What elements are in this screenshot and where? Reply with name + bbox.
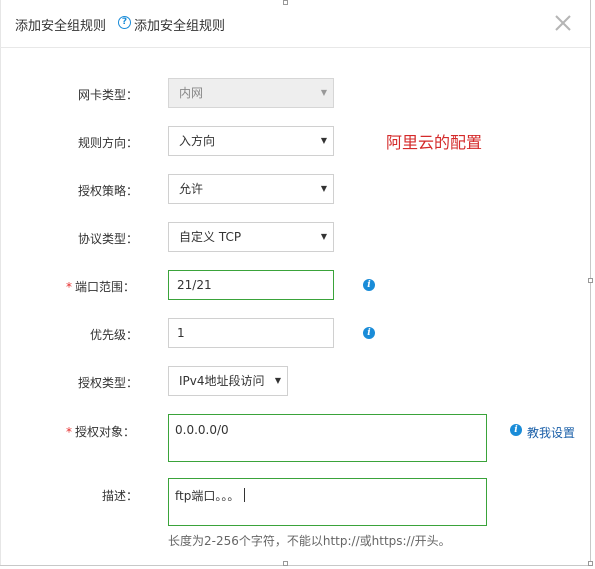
resize-handle-right[interactable] xyxy=(588,278,593,283)
auth-object-value: 0.0.0.0/0 xyxy=(175,423,229,437)
policy-label: 授权策略： xyxy=(78,184,139,198)
auth-object-textarea[interactable]: 0.0.0.0/0 xyxy=(168,414,487,462)
auth-type-label: 授权类型： xyxy=(78,376,139,390)
direction-label: 规则方向： xyxy=(78,136,139,150)
nic-type-select: 内网 ▼ xyxy=(168,78,334,108)
protocol-select[interactable]: 自定义 TCP ▼ xyxy=(168,222,334,252)
protocol-value: 自定义 TCP xyxy=(179,230,242,244)
caret-down-icon: ▼ xyxy=(320,184,327,193)
dialog-header: 添加安全组规则 ? 添加安全组规则 xyxy=(0,0,590,48)
question-circle-icon[interactable]: ? xyxy=(118,16,131,29)
priority-input[interactable]: 1 xyxy=(168,318,334,348)
info-icon[interactable]: i xyxy=(510,424,522,436)
text-cursor xyxy=(244,488,246,502)
description-textarea[interactable]: ftp端口。。。 xyxy=(168,478,487,526)
resize-handle-corner[interactable] xyxy=(588,561,593,566)
resize-handle-bottom[interactable] xyxy=(283,561,288,566)
info-icon[interactable]: i xyxy=(363,279,375,291)
priority-label: 优先级： xyxy=(90,328,139,342)
auth-object-label-text: 授权对象： xyxy=(75,425,136,439)
auth-type-value: IPv4地址段访问 xyxy=(179,374,265,388)
port-range-label: * 端口范围： xyxy=(66,278,135,295)
close-icon[interactable] xyxy=(552,12,574,34)
port-range-label-text: 端口范围： xyxy=(75,280,136,294)
priority-value: 1 xyxy=(177,326,185,340)
dialog-left-border xyxy=(0,0,1,565)
nic-type-label: 网卡类型： xyxy=(78,88,139,102)
port-range-input[interactable]: 21/21 xyxy=(168,270,334,300)
nic-type-value: 内网 xyxy=(179,86,204,100)
direction-select[interactable]: 入方向 ▼ xyxy=(168,126,334,156)
caret-down-icon: ▼ xyxy=(320,88,327,97)
auth-object-label: * 授权对象： xyxy=(66,423,135,440)
description-hint: 长度为2-256个字符，不能以http://或https://开头。 xyxy=(168,534,451,548)
info-icon[interactable]: i xyxy=(363,327,375,339)
teach-me-link[interactable]: 教我设置 xyxy=(527,424,575,441)
required-mark: * xyxy=(66,425,72,439)
port-range-value: 21/21 xyxy=(177,278,212,292)
description-label: 描述： xyxy=(102,489,139,503)
caret-down-icon: ▼ xyxy=(274,376,281,385)
direction-value: 入方向 xyxy=(179,134,216,148)
protocol-label: 协议类型： xyxy=(78,232,139,246)
security-group-rule-dialog: 添加安全组规则 ? 添加安全组规则 阿里云的配置 网卡类型： 内网 ▼ 规则方向… xyxy=(0,0,595,569)
auth-type-select[interactable]: IPv4地址段访问 ▼ xyxy=(168,366,288,396)
caret-down-icon: ▼ xyxy=(320,136,327,145)
description-value: ftp端口。。。 xyxy=(175,489,240,503)
dialog-title: 添加安全组规则 xyxy=(15,19,107,34)
required-mark: * xyxy=(66,280,72,294)
help-link[interactable]: 添加安全组规则 xyxy=(134,15,225,34)
policy-select[interactable]: 允许 ▼ xyxy=(168,174,334,204)
annotation-note: 阿里云的配置 xyxy=(386,133,483,152)
dialog-bottom-border xyxy=(0,565,591,566)
caret-down-icon: ▼ xyxy=(320,232,327,241)
policy-value: 允许 xyxy=(179,182,204,196)
